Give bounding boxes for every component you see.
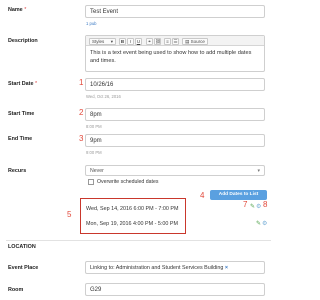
marker-7: 7 [243,200,248,209]
italic-button[interactable]: I [127,37,134,45]
unlink-icon[interactable]: ⛓ [154,37,161,45]
marker-8: 8 [263,200,268,209]
event-place-label: Event Place [8,265,39,271]
name-input[interactable]: Test Event [85,5,265,18]
gear-icon[interactable]: ⚙ [256,204,262,210]
list-icon[interactable]: ≡ [164,37,171,45]
chevron-down-icon: ▾ [110,38,113,44]
location-heading: LOCATION [8,244,36,250]
description-label: Description [8,38,38,44]
overwrite-label: Overwrite scheduled dates [97,179,159,185]
chevron-down-icon: ▾ [257,168,260,174]
name-sublink[interactable]: 1 pub [86,21,96,26]
marker-4: 4 [200,191,205,200]
add-dates-button[interactable]: Add Dates to List [210,190,267,200]
marker-2: 2 [79,108,84,117]
start-time-hint: 8:00 PM [86,124,102,129]
source-icon: ▤ [185,38,190,44]
start-time-input[interactable]: 8pm [85,108,265,121]
end-time-hint: 9:00 PM [86,150,102,155]
remove-icon[interactable]: × [225,265,228,271]
room-label: Room [8,287,24,293]
bold-button[interactable]: B [119,37,126,45]
name-label: Name * [8,7,27,13]
divider [6,240,271,241]
event-place-input[interactable]: Linking to: Administration and Student S… [85,261,265,274]
start-date-label: Start Date * [8,81,38,87]
recurs-select[interactable]: Never ▾ [85,165,265,176]
marker-1: 1 [79,78,84,87]
start-date-hint: Wed, Oct 26, 2016 [86,94,121,99]
description-text: This is a text event being used to show … [90,50,252,64]
start-time-label: Start Time [8,111,35,117]
end-time-label: End Time [8,136,33,142]
date-row-2: Mon, Sep 19, 2016 4:00 PM - 5:00 PM [86,221,178,227]
room-input[interactable]: G29 [85,283,265,296]
dates-list-box [80,198,186,234]
description-editor[interactable]: Styles ▾ B I U ⚭ ⛓ ≡ ☰ ▤ Source This is … [85,35,265,72]
underline-button[interactable]: U [135,37,142,45]
overwrite-checkbox[interactable] [88,179,94,185]
start-date-input[interactable]: 10/26/16 [85,78,265,91]
marker-3: 3 [79,134,84,143]
numbered-list-icon[interactable]: ☰ [172,37,179,45]
styles-dropdown[interactable]: Styles ▾ [89,37,116,45]
recurs-label: Recurs [8,168,27,174]
date-row-1: Wed, Sep 14, 2016 6:00 PM - 7:00 PM [86,206,179,212]
end-time-input[interactable]: 9pm [85,134,265,147]
link-icon[interactable]: ⚭ [146,37,153,45]
gear-icon[interactable]: ⚙ [262,221,268,227]
marker-5: 5 [67,210,72,219]
source-button[interactable]: ▤ Source [182,37,208,45]
editor-toolbar: Styles ▾ B I U ⚭ ⛓ ≡ ☰ ▤ Source [86,36,264,46]
